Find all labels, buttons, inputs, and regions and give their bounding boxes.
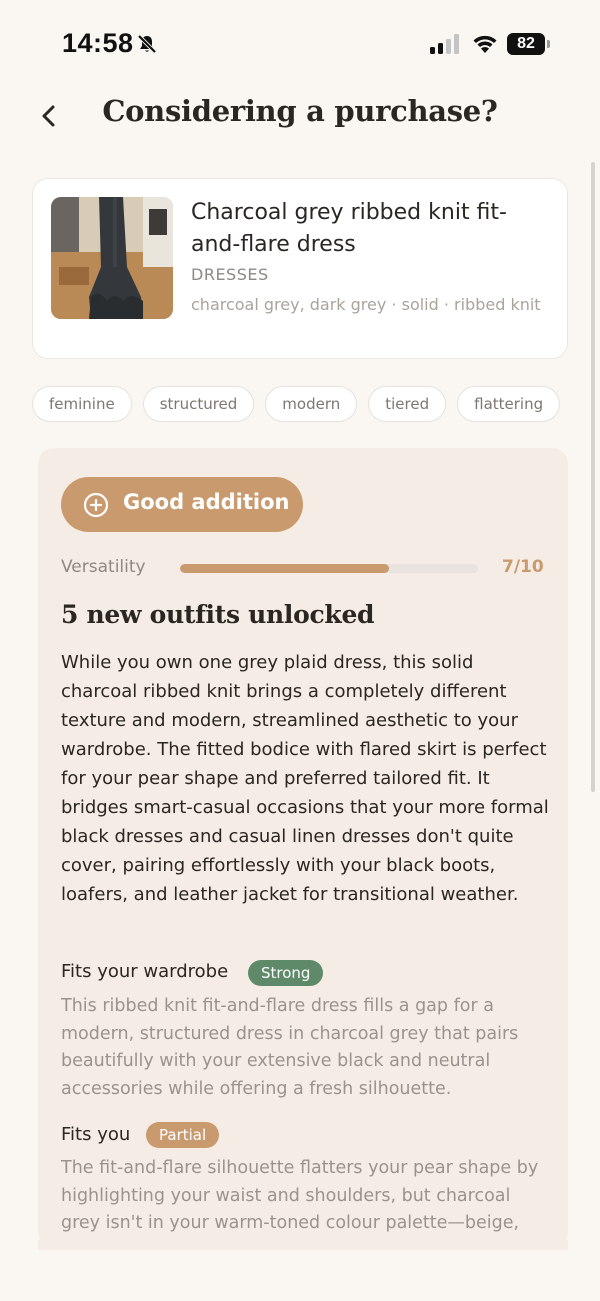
outfits-heading: 5 new outfits unlocked [61,600,375,629]
wifi-icon [472,33,498,55]
analysis-summary: While you own one grey plaid dress, this… [61,652,549,905]
status-time: 14:58 [62,28,134,58]
tag-tiered[interactable]: tiered [368,386,447,422]
product-name: Charcoal grey ribbed knit fit-and-flare … [191,200,507,257]
product-card[interactable]: Charcoal grey ribbed knit fit-and-flare … [32,178,568,359]
product-attributes: charcoal grey, dark grey · solid · ribbe… [191,295,541,314]
signal-icon [430,34,462,54]
product-image [51,197,173,319]
tag-flattering[interactable]: flattering [457,386,561,422]
page-title: Considering a purchase? [102,94,498,128]
tag-structured[interactable]: structured [142,386,255,422]
verdict-button[interactable]: Good addition [61,477,303,532]
status-badge-partial: Partial [146,1122,220,1148]
tag-modern[interactable]: modern [265,386,358,422]
battery-level: 82 [507,33,545,55]
section-title-fits-you: Fits you [61,1124,131,1145]
status-bar: 14:58 82 [0,0,600,90]
versatility-bar [180,564,478,573]
battery-icon: 82 [507,33,551,57]
bottom-fade [38,1240,568,1250]
verdict-label: Good addition [123,490,290,514]
versatility-score: 7/10 [502,557,544,577]
product-category: DRESSES [191,265,269,284]
versatility-label: Versatility [61,557,146,577]
section-title-wardrobe: Fits your wardrobe [61,961,229,982]
scrollbar[interactable] [591,162,595,792]
section-body-wardrobe: This ribbed knit fit-and-flare dress fil… [61,996,519,1099]
style-tags: feminine structured modern tiered flatte… [32,386,561,422]
versatility-bar-fill [180,564,389,573]
home-indicator-area [0,1250,600,1301]
status-badge-strong: Strong [248,960,324,986]
mute-bell-icon [136,33,158,55]
plus-circle-icon [83,492,109,518]
tag-feminine[interactable]: feminine [32,386,132,422]
